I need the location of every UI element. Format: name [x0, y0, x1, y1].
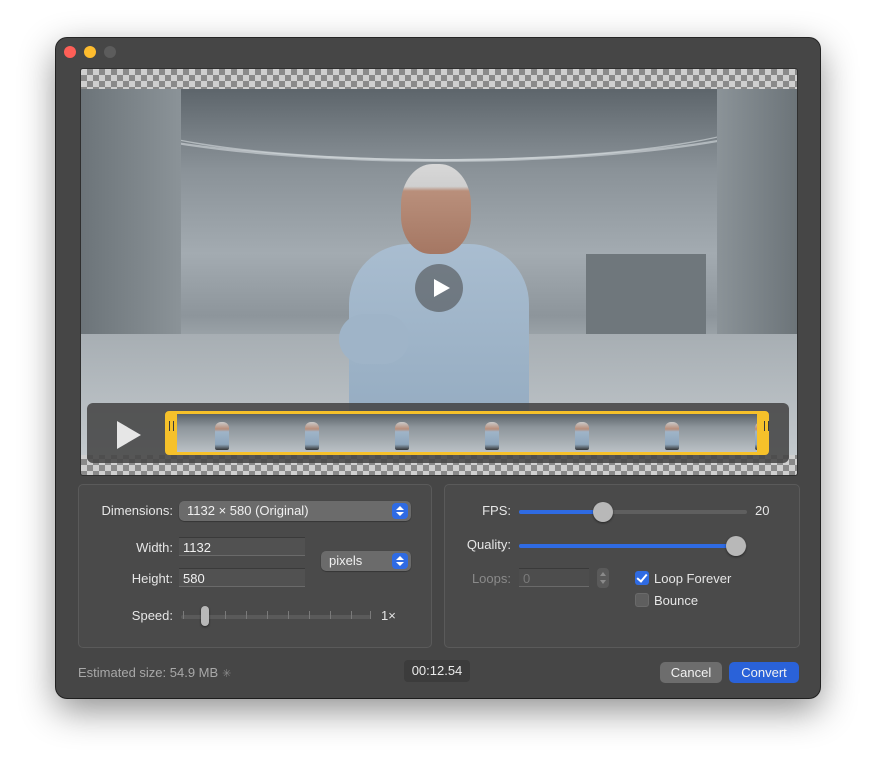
play-icon: [434, 279, 450, 297]
trim-end-handle[interactable]: [764, 421, 769, 431]
spinner-icon: ✳: [222, 668, 232, 680]
speed-label: Speed:: [131, 608, 173, 623]
loops-field[interactable]: 0: [519, 568, 589, 587]
bounce-label: Bounce: [654, 593, 699, 608]
convert-button[interactable]: Convert: [729, 662, 799, 683]
output-size-panel: Dimensions: 1132 × 580 (Original) Width:…: [78, 484, 432, 648]
fps-label: FPS:: [482, 503, 511, 518]
dimensions-popup[interactable]: 1132 × 580 (Original): [179, 501, 411, 521]
unit-popup[interactable]: pixels: [321, 551, 411, 571]
width-field[interactable]: 1132: [179, 537, 305, 556]
filmstrip-frame: [267, 414, 358, 452]
estimated-size: Estimated size: 54.9 MB ✳: [78, 665, 231, 680]
fps-slider-knob[interactable]: [593, 502, 613, 522]
loop-forever-checkbox[interactable]: [635, 571, 649, 585]
quality-label: Quality:: [466, 537, 511, 552]
cancel-button[interactable]: Cancel: [660, 662, 722, 683]
unit-value: pixels: [329, 553, 363, 568]
zoom-window-button[interactable]: [104, 46, 116, 58]
trim-start-handle[interactable]: [169, 421, 174, 431]
loops-stepper[interactable]: [597, 568, 609, 588]
video-preview-area: [80, 68, 798, 476]
filmstrip-frame: [357, 414, 448, 452]
speed-slider-track[interactable]: [181, 615, 371, 619]
loop-forever-label: Loop Forever: [654, 571, 732, 586]
close-window-button[interactable]: [64, 46, 76, 58]
trim-filmstrip[interactable]: [165, 411, 769, 455]
height-field[interactable]: 580: [179, 568, 305, 587]
fps-value: 20: [755, 503, 770, 518]
filmstrip-frame: [177, 414, 268, 452]
timeline-scrubber: [87, 403, 789, 463]
dimensions-label: Dimensions:: [101, 503, 173, 518]
minimize-window-button[interactable]: [84, 46, 96, 58]
play-overlay-button[interactable]: [415, 264, 463, 312]
popup-arrows-icon: [392, 553, 408, 569]
duration-display: 00:12.54: [404, 660, 470, 682]
gif-options-panel: FPS: 20 Quality: Loops: 0 Loop Forever B…: [444, 484, 800, 648]
loops-label: Loops:: [471, 571, 511, 586]
dimensions-value: 1132 × 580 (Original): [187, 503, 309, 518]
filmstrip-frame: [447, 414, 538, 452]
filmstrip-frame: [537, 414, 628, 452]
filmstrip-frame: [717, 414, 757, 452]
bounce-checkbox[interactable]: [635, 593, 649, 607]
quality-slider-knob[interactable]: [726, 536, 746, 556]
fps-slider-track[interactable]: [519, 510, 747, 514]
filmstrip-frame: [627, 414, 718, 452]
popup-arrows-icon: [392, 503, 408, 519]
play-icon[interactable]: [117, 421, 141, 449]
width-label: Width:: [136, 540, 173, 555]
speed-slider-knob[interactable]: [201, 606, 209, 626]
height-label: Height:: [131, 571, 173, 586]
gif-converter-window: Dimensions: 1132 × 580 (Original) Width:…: [56, 38, 820, 698]
quality-slider-track[interactable]: [519, 544, 747, 548]
estimated-size-text: Estimated size: 54.9 MB: [78, 665, 219, 680]
video-frame: [81, 89, 797, 455]
speed-value: 1×: [381, 608, 396, 623]
